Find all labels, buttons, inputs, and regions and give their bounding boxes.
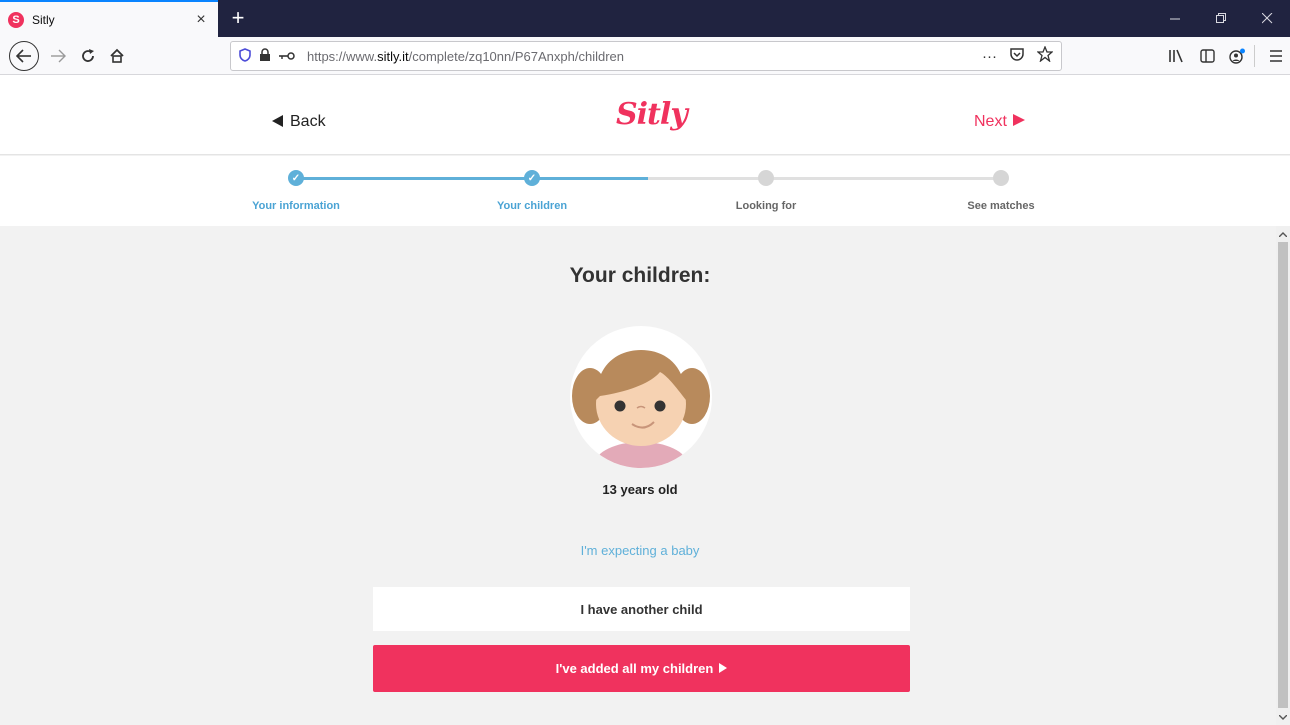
window-close-icon[interactable] bbox=[1244, 0, 1290, 37]
progress-line-remaining bbox=[648, 177, 1000, 180]
child-avatar[interactable] bbox=[570, 326, 712, 468]
url-text[interactable]: https://www.sitly.it/complete/zq10nn/P67… bbox=[307, 49, 624, 64]
step-label-your-information: Your information bbox=[252, 200, 340, 212]
step-check-icon: ✓ bbox=[288, 170, 304, 186]
progress-line-completed bbox=[296, 177, 648, 180]
url-actions: ··· bbox=[982, 42, 1054, 70]
next-label: Next bbox=[974, 113, 1007, 130]
browser-forward-icon[interactable] bbox=[44, 42, 72, 70]
next-triangle-icon bbox=[1012, 113, 1025, 131]
step-dot-pending bbox=[758, 170, 774, 186]
scroll-up-icon[interactable] bbox=[1276, 226, 1290, 242]
sitly-logo[interactable]: Sitly bbox=[616, 97, 688, 132]
lock-icon[interactable] bbox=[259, 48, 271, 64]
minimize-icon[interactable] bbox=[1152, 0, 1198, 37]
navigation-toolbar: https://www.sitly.it/complete/zq10nn/P67… bbox=[0, 37, 1290, 75]
new-tab-icon[interactable]: + bbox=[224, 4, 252, 32]
sitly-favicon-icon: S bbox=[8, 11, 24, 28]
step-check-icon: ✓ bbox=[524, 170, 540, 186]
page-actions-icon[interactable]: ··· bbox=[982, 48, 997, 65]
child-age: 13 years old bbox=[602, 482, 678, 497]
tab-close-icon[interactable]: × bbox=[192, 11, 210, 29]
step-label-your-children: Your children bbox=[496, 200, 568, 212]
girl-face-icon bbox=[572, 350, 710, 468]
url-path: /complete/zq10nn/P67Anxph/children bbox=[408, 48, 624, 64]
browser-back-icon[interactable] bbox=[9, 41, 39, 71]
step-dot-pending bbox=[993, 170, 1009, 186]
url-domain: sitly.it bbox=[377, 48, 409, 64]
library-icon[interactable] bbox=[1162, 42, 1190, 70]
all-children-added-button[interactable]: I've added all my children bbox=[373, 645, 910, 692]
progress-stepper: ✓ ✓ Your information Your children Looki… bbox=[0, 156, 1290, 226]
back-triangle-icon bbox=[272, 114, 284, 130]
tracking-shield-icon[interactable] bbox=[239, 47, 251, 65]
sidebar-icon[interactable] bbox=[1193, 42, 1221, 70]
scroll-down-icon[interactable] bbox=[1276, 709, 1290, 725]
browser-tab[interactable]: S Sitly × bbox=[0, 0, 218, 37]
site-header: Back Sitly Next bbox=[0, 75, 1290, 155]
pocket-icon[interactable] bbox=[1009, 47, 1025, 66]
expecting-baby-link[interactable]: I'm expecting a baby bbox=[0, 543, 1280, 558]
arrow-right-icon bbox=[719, 661, 728, 676]
page-title: Your children: bbox=[569, 264, 711, 287]
account-icon[interactable] bbox=[1223, 42, 1251, 70]
all-children-added-label: I've added all my children bbox=[555, 661, 714, 676]
url-prefix: https://www. bbox=[307, 48, 378, 64]
back-label: Back bbox=[290, 113, 326, 130]
back-link[interactable]: Back bbox=[272, 113, 326, 131]
reload-icon[interactable] bbox=[74, 42, 102, 70]
restore-icon[interactable] bbox=[1198, 0, 1244, 37]
key-permission-icon[interactable] bbox=[279, 49, 295, 64]
next-link[interactable]: Next bbox=[974, 113, 1025, 131]
tab-title: Sitly bbox=[32, 12, 55, 27]
add-another-child-button[interactable]: I have another child bbox=[373, 587, 910, 631]
scroll-thumb[interactable] bbox=[1278, 242, 1288, 708]
toolbar-divider bbox=[1254, 45, 1255, 67]
tab-bar: S Sitly × + bbox=[0, 0, 1290, 37]
home-icon[interactable] bbox=[103, 42, 131, 70]
address-bar[interactable]: https://www.sitly.it/complete/zq10nn/P67… bbox=[230, 41, 1062, 71]
page-scrollbar[interactable] bbox=[1276, 226, 1290, 725]
bookmark-star-icon[interactable] bbox=[1036, 45, 1054, 66]
step-label-see-matches: See matches bbox=[967, 200, 1035, 212]
hamburger-menu-icon[interactable] bbox=[1262, 42, 1290, 70]
step-label-looking-for: Looking for bbox=[735, 200, 797, 212]
